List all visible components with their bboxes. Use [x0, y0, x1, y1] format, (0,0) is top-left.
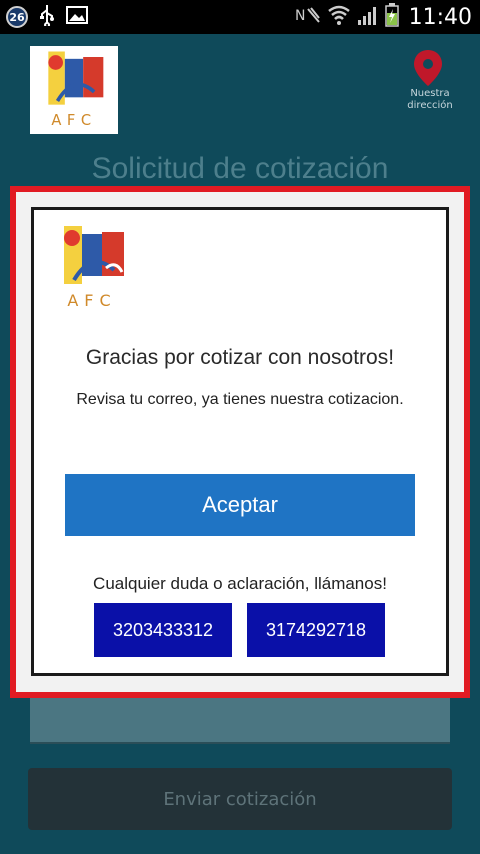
nfc-icon: N: [295, 4, 321, 30]
location-pin-icon[interactable]: [410, 48, 446, 92]
submit-quote-button[interactable]: Enviar cotización: [28, 768, 452, 830]
location-label[interactable]: Nuestra dirección: [396, 88, 464, 112]
image-icon: [66, 5, 88, 29]
dialog-title: Gracias por cotizar con nosotros!: [85, 346, 395, 369]
page-title: Solicitud de cotización: [91, 152, 389, 185]
dialog-logo-text: AFC: [67, 291, 116, 310]
background-logo-text: AFC: [51, 112, 96, 129]
notification-count-badge: 26: [6, 6, 28, 28]
usb-icon: [38, 4, 56, 30]
svg-text:N: N: [295, 8, 305, 24]
dialog-logo: AFC: [44, 220, 140, 316]
confirmation-dialog: AFC Gracias por cotizar con nosotros! Re…: [31, 207, 449, 676]
phone-button-1[interactable]: 3203433312: [94, 603, 232, 657]
status-bar: 26 N 11:40: [0, 0, 480, 34]
status-bar-right: N 11:40: [295, 3, 472, 31]
clock: 11:40: [408, 4, 472, 30]
contact-prompt: Cualquier duda o aclaración, llámanos!: [93, 574, 387, 593]
status-bar-left: 26: [6, 4, 88, 30]
phone-button-2[interactable]: 3174292718: [247, 603, 385, 657]
dialog-message: Revisa tu correo, ya tienes nuestra coti…: [76, 391, 404, 408]
accept-button[interactable]: Aceptar: [65, 474, 415, 536]
background-logo: AFC: [30, 46, 118, 134]
wifi-icon: [327, 4, 351, 30]
battery-icon: [384, 3, 399, 31]
signal-icon: [357, 4, 379, 30]
background-input-field[interactable]: [30, 696, 450, 744]
